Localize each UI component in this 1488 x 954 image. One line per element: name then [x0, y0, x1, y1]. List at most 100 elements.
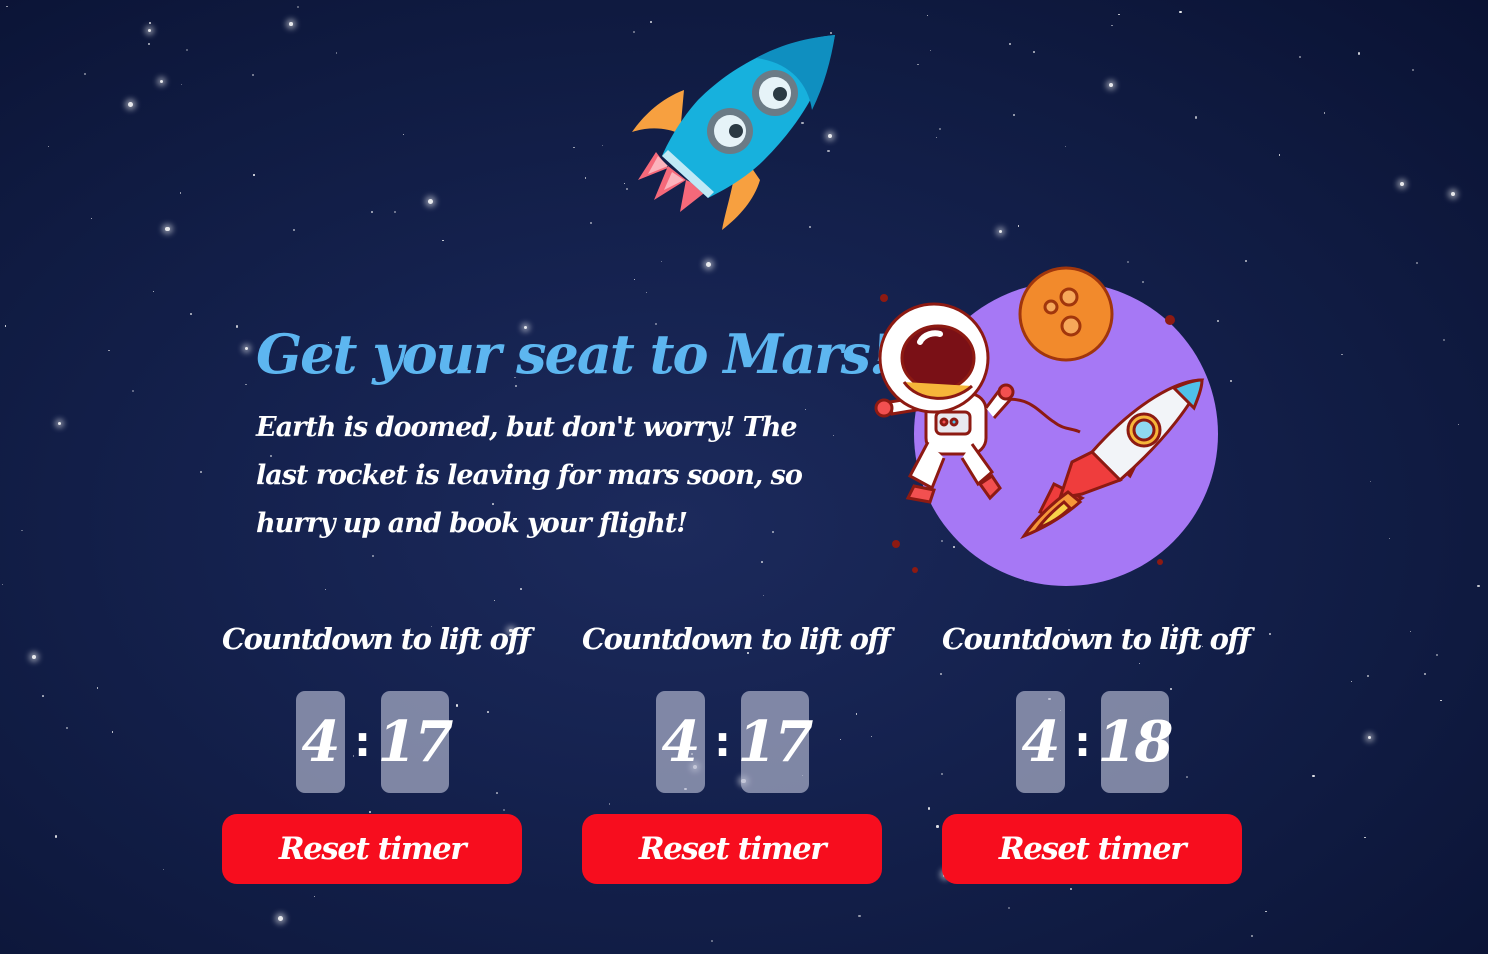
star [428, 199, 433, 204]
star [761, 561, 763, 563]
star [660, 260, 663, 263]
star [1111, 24, 1113, 27]
timer-separator: : [714, 717, 731, 766]
star [1367, 735, 1372, 739]
star [189, 313, 192, 316]
star [1341, 353, 1343, 356]
star [244, 346, 249, 351]
star [1388, 537, 1391, 540]
star [152, 291, 154, 293]
star [928, 807, 931, 810]
star [371, 211, 374, 213]
star [936, 825, 939, 828]
star [21, 529, 24, 532]
star [442, 239, 444, 242]
star [90, 217, 93, 220]
star [1012, 114, 1016, 117]
timer-label: Countdown to lift off [582, 622, 891, 656]
countdown-timer-1: Countdown to lift off 4 : 17 Reset timer [222, 622, 531, 886]
star [1109, 83, 1114, 88]
star [293, 228, 296, 231]
reset-timer-button[interactable]: Reset timer [582, 814, 882, 884]
star [160, 80, 164, 84]
star [645, 291, 648, 294]
star [236, 325, 239, 328]
hero-title: Get your seat to Mars! [256, 322, 893, 386]
reset-timer-button[interactable]: Reset timer [942, 814, 1242, 884]
star [1443, 338, 1446, 341]
star [1179, 11, 1182, 14]
star [1357, 52, 1360, 55]
star [1423, 673, 1426, 676]
star [6, 5, 8, 8]
star [1009, 43, 1011, 45]
star [1069, 887, 1072, 890]
star [1299, 55, 1302, 58]
star [1244, 260, 1247, 263]
star [1409, 631, 1411, 632]
star [1007, 907, 1011, 910]
star [998, 230, 1003, 234]
star [4, 324, 7, 327]
star [711, 940, 714, 942]
star [1411, 68, 1414, 71]
timer-separator: : [1074, 717, 1091, 766]
timer-seconds: 17 [738, 691, 813, 793]
star [335, 52, 338, 54]
reset-timer-button[interactable]: Reset timer [222, 814, 522, 884]
star [57, 421, 62, 426]
star [402, 133, 405, 135]
star [1195, 116, 1198, 119]
star [1017, 225, 1020, 227]
star [584, 177, 587, 180]
star [634, 279, 636, 281]
star [111, 731, 114, 733]
rocket-icon [632, 35, 835, 230]
countdown-timer-2: Countdown to lift off 4 : 17 Reset timer [582, 622, 891, 886]
star [54, 835, 58, 838]
star [1399, 181, 1404, 186]
star [108, 349, 110, 351]
star [245, 383, 247, 386]
star [289, 22, 293, 26]
star [493, 599, 495, 601]
star [148, 42, 151, 45]
star [325, 589, 327, 591]
star [572, 146, 575, 149]
star [1366, 674, 1370, 678]
star [1477, 585, 1480, 588]
star [650, 21, 653, 24]
timer-separator: : [354, 717, 371, 766]
star [935, 136, 938, 138]
star [2, 583, 4, 585]
star [938, 128, 941, 130]
timer-minutes: 4 [655, 691, 705, 793]
star [858, 915, 861, 918]
star [1440, 699, 1442, 701]
star [623, 182, 626, 185]
star [179, 192, 182, 194]
timer-label: Countdown to lift off [942, 622, 1251, 656]
star [1033, 51, 1036, 54]
star [185, 49, 188, 52]
astronaut-rocket-illustration [874, 266, 1218, 586]
star [1451, 191, 1456, 197]
star [165, 226, 170, 232]
star [1364, 836, 1366, 838]
star [200, 470, 203, 473]
star [149, 22, 152, 24]
star [371, 555, 374, 558]
star [163, 869, 165, 871]
star [65, 726, 69, 729]
star [147, 28, 151, 32]
star [83, 72, 86, 76]
star [1278, 154, 1281, 156]
star [1457, 423, 1460, 426]
star [763, 595, 765, 597]
star [927, 15, 929, 17]
star [394, 210, 397, 213]
star [1323, 112, 1326, 114]
timer-display: 4 : 17 [582, 690, 882, 794]
star [602, 145, 604, 147]
star [1369, 481, 1371, 483]
